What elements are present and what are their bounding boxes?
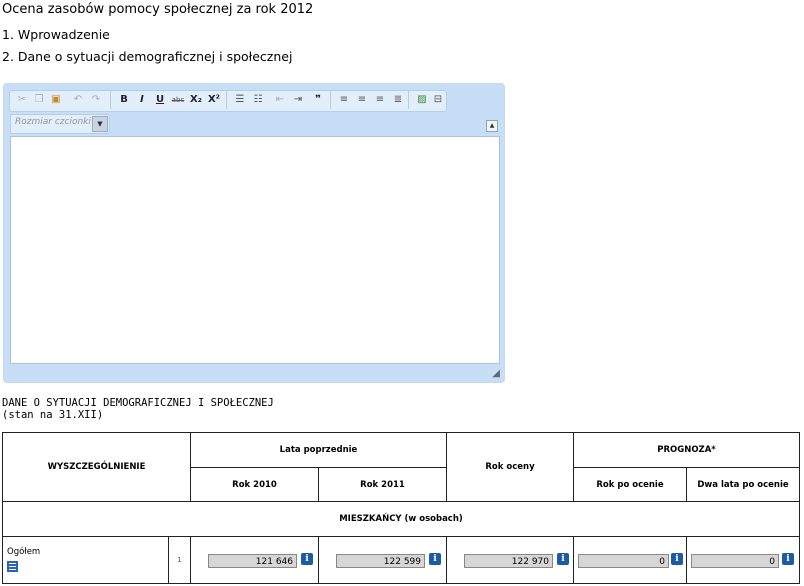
cell-2011: 122 599 i bbox=[318, 536, 447, 584]
data-table: WYSZCZEGÓLNIENIE Lata poprzednie Rok oce… bbox=[2, 432, 800, 584]
collapse-toolbar-icon[interactable]: ▲ bbox=[486, 120, 498, 132]
cell-2010: 121 646 i bbox=[190, 536, 319, 584]
table-section-title-line2: (stan na 31.XII) bbox=[2, 409, 104, 421]
table-row: Ogółem 1 121 646 i 122 599 i 122 970 i 0 bbox=[2, 536, 800, 584]
copy-icon[interactable]: ❐ bbox=[31, 92, 47, 108]
table-section-title-line1: DANE O SYTUACJI DEMOGRAFICZNEJ I SPOŁECZ… bbox=[2, 397, 274, 409]
toolbar-group-lists: ☰ ☷ ⇤ ⇥ ❞ bbox=[230, 91, 331, 109]
editor-content-area[interactable] bbox=[10, 136, 500, 364]
blockquote-button[interactable]: ❞ bbox=[310, 92, 326, 108]
header-wyszczegolnienie: WYSZCZEGÓLNIENIE bbox=[2, 432, 191, 502]
underline-button[interactable]: U bbox=[152, 92, 168, 108]
toolbar-group-clipboard: ✂ ❐ ▣ ↶ ↷ bbox=[10, 91, 111, 109]
editor-toolbar: ✂ ❐ ▣ ↶ ↷ B I U abc X₂ X² ☰ ☷ ⇤ ⇥ ❞ ≡ ≡ … bbox=[9, 90, 447, 112]
strike-button[interactable]: abc bbox=[170, 92, 186, 108]
cut-icon[interactable]: ✂ bbox=[14, 92, 30, 108]
font-size-placeholder: Rozmiar czcionki bbox=[15, 117, 91, 127]
bullet-list-icon[interactable]: ☷ bbox=[250, 92, 266, 108]
header-rok-2011: Rok 2011 bbox=[318, 467, 447, 502]
header-dwa-lata-po-ocenie: Dwa lata po ocenie bbox=[686, 467, 800, 502]
value-rok-oceny-field[interactable]: 122 970 bbox=[464, 554, 553, 568]
align-center-icon[interactable]: ≡ bbox=[354, 92, 370, 108]
info-icon[interactable]: i bbox=[429, 553, 441, 565]
redo-icon[interactable]: ↷ bbox=[88, 92, 104, 108]
numbered-list-icon[interactable]: ☰ bbox=[232, 92, 248, 108]
info-icon[interactable]: i bbox=[671, 553, 683, 565]
section-title-dane: 2. Dane o sytuacji demograficznej i społ… bbox=[2, 49, 293, 64]
font-size-select[interactable]: Rozmiar czcionki ▼ bbox=[10, 114, 110, 134]
image-icon[interactable]: ▨ bbox=[414, 92, 430, 108]
subscript-button[interactable]: X₂ bbox=[188, 92, 204, 108]
row-lp: 1 bbox=[168, 536, 191, 584]
cell-dwa-lata: 0 i bbox=[686, 536, 800, 584]
chevron-down-icon[interactable]: ▼ bbox=[92, 116, 108, 132]
value-2010-field[interactable]: 121 646 bbox=[208, 554, 297, 568]
value-2011-field[interactable]: 122 599 bbox=[336, 554, 425, 568]
info-icon[interactable]: i bbox=[557, 553, 569, 565]
resize-handle-icon[interactable]: ◢ bbox=[492, 368, 500, 379]
header-prognoza: PROGNOZA* bbox=[573, 432, 800, 468]
align-justify-icon[interactable]: ≣ bbox=[390, 92, 406, 108]
toolbar-group-format: B I U abc X₂ X² bbox=[114, 91, 227, 109]
header-rok-po-ocenie: Rok po ocenie bbox=[573, 467, 687, 502]
header-lata-poprzednie: Lata poprzednie bbox=[190, 432, 447, 468]
align-right-icon[interactable]: ≡ bbox=[372, 92, 388, 108]
list-details-icon[interactable] bbox=[7, 561, 18, 572]
value-dwa-lata-field[interactable]: 0 bbox=[691, 554, 779, 568]
header-rok-oceny: Rok oceny bbox=[446, 432, 574, 502]
bold-button[interactable]: B bbox=[116, 92, 132, 108]
info-icon[interactable]: i bbox=[301, 553, 313, 565]
page-break-icon[interactable]: ⊟ bbox=[430, 92, 446, 108]
row-label: Ogółem bbox=[7, 547, 41, 557]
toolbar-group-align: ≡ ≡ ≡ ≣ bbox=[334, 91, 409, 109]
toolbar-group-insert: ▨ ⊟ bbox=[412, 91, 446, 109]
italic-button[interactable]: I bbox=[134, 92, 150, 108]
paste-icon[interactable]: ▣ bbox=[48, 92, 64, 108]
align-left-icon[interactable]: ≡ bbox=[336, 92, 352, 108]
cell-rok-oceny: 122 970 i bbox=[446, 536, 574, 584]
group-row-mieszkancy: MIESZKAŃCY (w osobach) bbox=[2, 501, 800, 537]
rich-text-editor: ✂ ❐ ▣ ↶ ↷ B I U abc X₂ X² ☰ ☷ ⇤ ⇥ ❞ ≡ ≡ … bbox=[3, 83, 505, 383]
page-title: Ocena zasobów pomocy społecznej za rok 2… bbox=[2, 2, 314, 17]
table-section-title: DANE O SYTUACJI DEMOGRAFICZNEJ I SPOŁECZ… bbox=[2, 397, 274, 421]
header-rok-2010: Rok 2010 bbox=[190, 467, 319, 502]
superscript-button[interactable]: X² bbox=[206, 92, 222, 108]
cell-rok-po-ocenie: 0 i bbox=[573, 536, 687, 584]
value-rok-po-ocenie-field[interactable]: 0 bbox=[578, 554, 669, 568]
info-icon[interactable]: i bbox=[782, 553, 794, 565]
undo-icon[interactable]: ↶ bbox=[70, 92, 86, 108]
indent-icon[interactable]: ⇥ bbox=[290, 92, 306, 108]
row-label-cell: Ogółem bbox=[2, 536, 169, 584]
section-link-wprowadzenie[interactable]: 1. Wprowadzenie bbox=[2, 27, 110, 42]
outdent-icon[interactable]: ⇤ bbox=[272, 92, 288, 108]
